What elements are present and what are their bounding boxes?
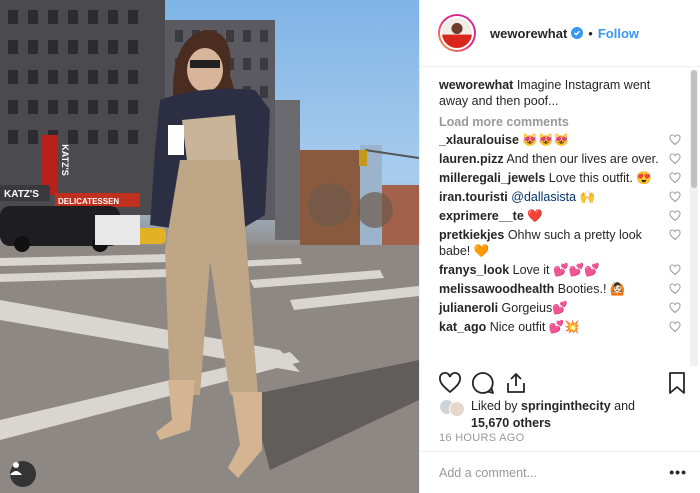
- post-side-panel: weworewhat • Follow weworewhat Imagine I…: [419, 0, 700, 493]
- comment-text: Gorgeius💕: [501, 301, 568, 315]
- header-username[interactable]: weworewhat: [490, 26, 567, 41]
- comment-row: _xlauralouise 😻😻😻: [439, 132, 681, 148]
- likes-count-button[interactable]: 15,670 others: [471, 416, 551, 430]
- action-bar: [420, 368, 700, 398]
- user-tag-icon: [10, 462, 22, 475]
- comment-username[interactable]: exprimere__te: [439, 209, 524, 223]
- post-header: weworewhat • Follow: [420, 0, 700, 67]
- comment-row: kat_ago Nice outfit 💕💥: [439, 319, 681, 335]
- comment-username[interactable]: melissawoodhealth: [439, 282, 554, 296]
- street-scene-illustration: KATZ'S KATZ'S DELICATESSEN: [0, 0, 419, 493]
- bookmark-outline-icon[interactable]: [665, 371, 689, 395]
- comment-like-heart-icon[interactable]: [669, 321, 681, 333]
- likes-text: Liked by springinthecity and 15,670 othe…: [471, 398, 635, 432]
- share-upload-icon[interactable]: [504, 371, 528, 395]
- post-caption: weworewhat Imagine Instagram went away a…: [439, 77, 679, 109]
- comment-username[interactable]: milleregali_jewels: [439, 171, 545, 185]
- comment-username[interactable]: kat_ago: [439, 320, 486, 334]
- comment-like-heart-icon[interactable]: [669, 229, 681, 241]
- comment-username[interactable]: pretkiekjes: [439, 228, 504, 242]
- comment-text: 😻😻😻: [522, 133, 570, 147]
- user-tag-button[interactable]: [10, 461, 36, 487]
- likes-summary: Liked by springinthecity and 15,670 othe…: [439, 398, 689, 432]
- comment-text: 🙌: [579, 190, 596, 204]
- comment-like-heart-icon[interactable]: [669, 191, 681, 203]
- comment-like-heart-icon[interactable]: [669, 134, 681, 146]
- comment-like-heart-icon[interactable]: [669, 283, 681, 295]
- liker-username[interactable]: springinthecity: [521, 399, 611, 413]
- comment-username[interactable]: iran.touristi: [439, 190, 508, 204]
- comment-row: julianeroli Gorgeius💕: [439, 300, 681, 316]
- comment-text: Booties.! 🙆🏻: [557, 282, 626, 296]
- comments-scrollbar[interactable]: [690, 70, 698, 366]
- comment-username[interactable]: julianeroli: [439, 301, 498, 315]
- scrollbar-thumb[interactable]: [691, 70, 697, 188]
- comment-like-heart-icon[interactable]: [669, 302, 681, 314]
- add-comment-bar: •••: [420, 451, 700, 493]
- comment-row: milleregali_jewels Love this outfit. 😍: [439, 170, 681, 186]
- comment-bubble-icon[interactable]: [471, 371, 495, 395]
- load-more-comments-button[interactable]: Load more comments: [439, 115, 700, 129]
- comment-like-heart-icon[interactable]: [669, 210, 681, 222]
- caption-username[interactable]: weworewhat: [439, 78, 513, 92]
- katzs-vertical-sign: KATZ'S: [60, 144, 70, 175]
- comment-username[interactable]: franys_look: [439, 263, 509, 277]
- follow-button[interactable]: Follow: [598, 26, 639, 41]
- delicatessen-sign: DELICATESSEN: [58, 197, 119, 206]
- more-options-button[interactable]: •••: [669, 464, 687, 480]
- comment-like-heart-icon[interactable]: [669, 264, 681, 276]
- heart-outline-icon[interactable]: [438, 371, 462, 395]
- comment-row: franys_look Love it 💕💕💕: [439, 262, 681, 278]
- comment-text: Love it 💕💕💕: [512, 263, 600, 277]
- comments-list[interactable]: weworewhat Imagine Instagram went away a…: [420, 67, 700, 368]
- likes-prefix: Liked by: [471, 399, 518, 413]
- comment-row: lauren.pizz And then our lives are over.: [439, 151, 681, 167]
- header-separator: •: [588, 25, 593, 41]
- comment-text: ❤️: [527, 209, 543, 223]
- comment-mention-link[interactable]: @dallasista: [511, 190, 576, 204]
- comment-username[interactable]: _xlauralouise: [439, 133, 519, 147]
- avatar[interactable]: [438, 14, 476, 52]
- comment-like-heart-icon[interactable]: [669, 153, 681, 165]
- comment-like-heart-icon[interactable]: [669, 172, 681, 184]
- post-photo[interactable]: KATZ'S KATZ'S DELICATESSEN: [0, 0, 419, 493]
- comment-text: Love this outfit. 😍: [548, 171, 652, 185]
- likes-middle: and: [614, 399, 635, 413]
- comment-text: Nice outfit 💕💥: [489, 320, 580, 334]
- comment-username[interactable]: lauren.pizz: [439, 152, 504, 166]
- add-comment-input[interactable]: [439, 463, 659, 483]
- comment-row: pretkiekjes Ohhw such a pretty look babe…: [439, 227, 681, 259]
- verified-badge-icon: [571, 27, 584, 39]
- comment-row: melissawoodhealth Booties.! 🙆🏻: [439, 281, 681, 297]
- post-timestamp[interactable]: 16 HOURS AGO: [439, 432, 525, 444]
- katzs-store-sign: KATZ'S: [4, 189, 39, 200]
- comment-text: And then our lives are over.: [506, 152, 659, 166]
- comment-row: iran.touristi @dallasista 🙌: [439, 189, 681, 205]
- likers-avatars[interactable]: [439, 399, 469, 417]
- comment-row: exprimere__te ❤️: [439, 208, 681, 224]
